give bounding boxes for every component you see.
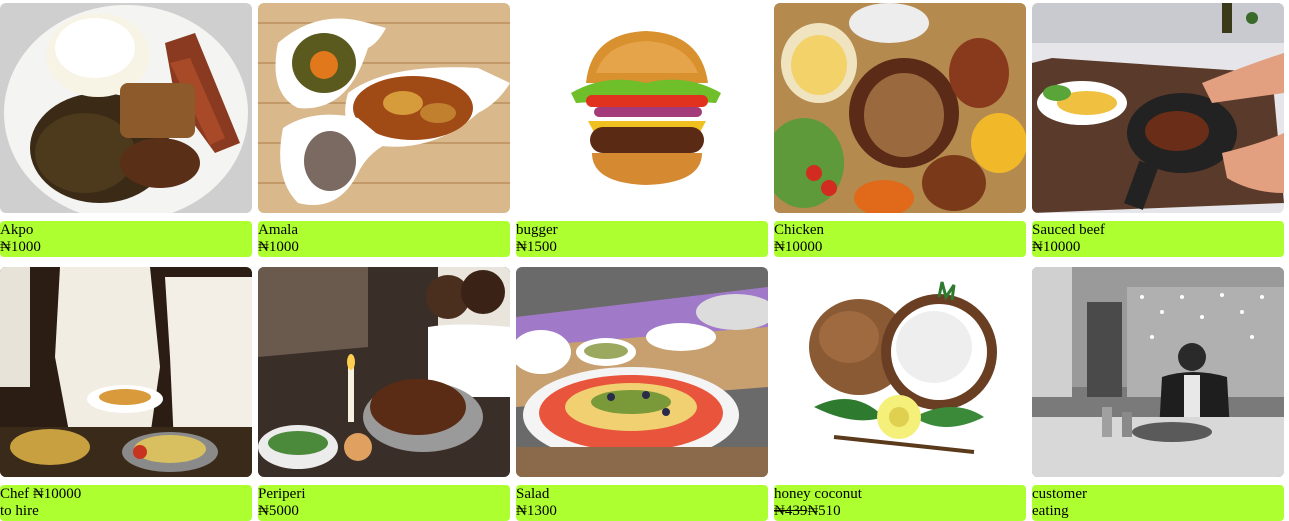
item-price: ₦1000 (258, 239, 299, 255)
coconut-with-flower-image[interactable] (774, 267, 1026, 477)
item-name: honey coconut (774, 486, 862, 502)
item-price: ₦5000 (258, 503, 299, 519)
item-name: Sauced beef (1032, 222, 1105, 238)
menu-label: customer eating (1032, 485, 1284, 521)
chefs-serving-food-image[interactable] (0, 267, 252, 477)
item-name: customer (1032, 486, 1087, 502)
item-name: Akpo (0, 222, 34, 238)
menu-label: Periperi ₦5000 (258, 485, 510, 521)
fruit-salad-platter-image[interactable] (516, 267, 768, 477)
item-name: Chef ₦10000 (0, 486, 82, 502)
menu-label: Akpo ₦1000 (0, 221, 252, 257)
item-price: ₦510 (807, 503, 841, 519)
menu-label: honey coconut ₦439₦510 (774, 485, 1026, 521)
item-name: Periperi (258, 486, 306, 502)
item-price: eating (1032, 503, 1069, 519)
fufu-with-egusi-and-meat-image[interactable] (0, 3, 252, 213)
item-price-line: ₦439₦510 (774, 503, 1026, 520)
menu-label: Amala ₦1000 (258, 221, 510, 257)
menu-grid: Akpo ₦1000 Amala ₦1000 bugger ₦1500 Chic… (0, 0, 1289, 521)
steak-in-skillet-image[interactable] (1032, 3, 1284, 213)
item-name: Amala (258, 222, 298, 238)
menu-label: Chicken ₦10000 (774, 221, 1026, 257)
menu-label: Chef ₦10000 to hire (0, 485, 252, 521)
item-price: to hire (0, 503, 39, 519)
family-roast-dinner-image[interactable] (258, 267, 510, 477)
menu-label: Salad ₦1300 (516, 485, 768, 521)
item-price: ₦10000 (774, 239, 823, 255)
item-price: ₦1500 (516, 239, 557, 255)
item-price: ₦10000 (1032, 239, 1081, 255)
man-eating-in-restaurant-image[interactable] (1032, 267, 1284, 477)
old-price: ₦439 (774, 503, 808, 519)
amala-with-soups-image[interactable] (258, 3, 510, 213)
item-name: Chicken (774, 222, 824, 238)
menu-label: Sauced beef ₦10000 (1032, 221, 1284, 257)
item-price: ₦1300 (516, 503, 557, 519)
menu-label: bugger ₦1500 (516, 221, 768, 257)
item-name: Salad (516, 486, 550, 502)
chicken-platter-image[interactable] (774, 3, 1026, 213)
cheeseburger-image[interactable] (516, 3, 768, 213)
item-price: ₦1000 (0, 239, 41, 255)
item-name: bugger (516, 222, 558, 238)
